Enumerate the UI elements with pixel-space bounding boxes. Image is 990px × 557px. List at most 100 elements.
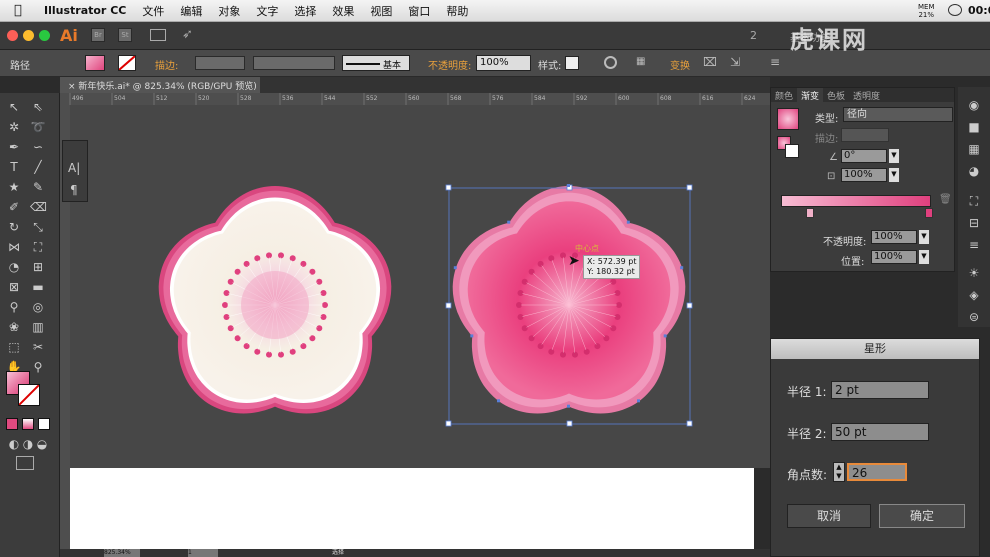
anchor-point[interactable] — [507, 220, 511, 224]
isolate-icon[interactable]: ⌧ — [703, 55, 717, 69]
links-panel-icon[interactable]: ⊜ — [966, 309, 982, 325]
zoom-tool-icon[interactable]: ⚲ — [30, 359, 46, 375]
arrange-documents-icon[interactable] — [150, 29, 166, 41]
aspect-ratio-field[interactable]: 100% — [841, 168, 887, 182]
menu-file[interactable]: 文件 — [142, 3, 164, 19]
anchor-point[interactable] — [567, 184, 570, 187]
app-name[interactable]: Illustrator CC — [44, 4, 126, 17]
anchor-point[interactable] — [626, 220, 630, 224]
anchor-point[interactable] — [663, 334, 667, 338]
brush-tool-icon[interactable]: ✎ — [30, 179, 46, 195]
radius1-input[interactable]: 2 pt — [831, 381, 929, 399]
selection-handle[interactable] — [445, 420, 452, 427]
stroke-gradient-buttons[interactable] — [841, 128, 889, 142]
selection-tool-icon[interactable]: ↖ — [6, 99, 22, 115]
line-tool-icon[interactable]: ╱ — [30, 159, 46, 175]
stop-opacity-dropdown[interactable]: ▼ — [919, 230, 929, 244]
pathfinder-panel-icon[interactable]: ≡ — [966, 237, 982, 253]
eyedropper-icon[interactable]: ⚲ — [6, 299, 22, 315]
aspect-ratio-dropdown[interactable]: ▼ — [889, 168, 899, 182]
menu-help[interactable]: 帮助 — [446, 3, 468, 19]
gpu-rocket-icon[interactable]: ➶ — [182, 27, 193, 42]
symbol-sprayer-icon[interactable]: ❀ — [6, 319, 22, 335]
lasso-tool-icon[interactable]: ➰ — [30, 119, 46, 135]
rotate-tool-icon[interactable]: ↻ — [6, 219, 22, 235]
slice-tool-icon[interactable]: ✂ — [30, 339, 46, 355]
gradient-type-select[interactable]: 径向 — [843, 107, 953, 122]
selection-handle[interactable] — [445, 184, 452, 191]
radius2-input[interactable]: 50 pt — [831, 423, 929, 441]
align-icon[interactable]: ▦ — [636, 56, 645, 67]
menu-edit[interactable]: 编辑 — [180, 3, 202, 19]
stop-opacity-field[interactable]: 100% — [871, 230, 917, 244]
tab-swatches[interactable]: 色板 — [823, 88, 849, 102]
menu-effect[interactable]: 效果 — [332, 3, 354, 19]
brush-definition[interactable]: 基本 — [342, 55, 410, 71]
close-tab-icon[interactable]: × — [68, 82, 76, 92]
points-input[interactable]: 26 — [847, 463, 907, 481]
fill-swatch[interactable] — [85, 55, 105, 71]
angle-dropdown[interactable]: ▼ — [889, 149, 899, 163]
cancel-button[interactable]: 取消 — [787, 504, 871, 528]
menu-select[interactable]: 选择 — [294, 3, 316, 19]
anchor-point[interactable] — [567, 404, 570, 408]
tab-color[interactable]: 颜色 — [771, 88, 797, 102]
selection-handle[interactable] — [686, 420, 693, 427]
angle-field[interactable]: 0° — [841, 149, 887, 163]
selection-handle[interactable] — [566, 420, 573, 427]
anchor-point[interactable] — [470, 334, 474, 338]
stop-position-dropdown[interactable]: ▼ — [919, 250, 929, 264]
pen-tool-icon[interactable]: ✒ — [6, 139, 22, 155]
recolor-artwork-icon[interactable] — [604, 56, 617, 69]
free-transform-icon[interactable]: ⛶ — [30, 239, 46, 255]
gradient-stop-left[interactable] — [806, 208, 814, 218]
artboard-area[interactable] — [70, 468, 754, 557]
canvas[interactable]: 中心点 ➤ X: 572.39 pt Y: 180.32 pt — [70, 105, 770, 468]
transform-link[interactable]: 变换 — [670, 57, 690, 72]
minimize-window-icon[interactable] — [23, 30, 34, 41]
layers-panel-icon[interactable]: ◈ — [966, 287, 982, 303]
appearance-panel-icon[interactable]: ☀ — [966, 265, 982, 281]
direct-selection-tool-icon[interactable]: ⇖ — [30, 99, 46, 115]
zoom-field[interactable]: 825.34% — [104, 549, 140, 557]
anchor-point[interactable] — [453, 266, 457, 270]
color-mode-icon[interactable] — [6, 418, 18, 430]
points-stepper[interactable]: ▲ ▼ — [833, 462, 845, 482]
gradient-mode-icon[interactable] — [22, 418, 34, 430]
stroke-indicator[interactable] — [785, 144, 799, 158]
tab-transparency[interactable]: 透明度 — [849, 88, 884, 102]
color-panel-icon[interactable]: ◉ — [966, 97, 982, 113]
artboard-number[interactable]: 1 — [188, 549, 218, 557]
gradient-tool-icon[interactable]: ▬ — [30, 279, 46, 295]
draw-inside-icon[interactable]: ◒ — [34, 436, 50, 452]
selection-handle[interactable] — [445, 302, 452, 309]
right-flower[interactable] — [452, 185, 686, 414]
none-mode-icon[interactable] — [38, 418, 50, 430]
horizontal-ruler[interactable]: 496 504 512 520 528 536 544 552 560 568 576 584 592 6… — [60, 93, 770, 105]
swatches-panel-icon[interactable]: ▦ — [966, 141, 982, 157]
gradient-stop-right[interactable] — [925, 208, 933, 218]
variable-width-profile[interactable] — [253, 56, 335, 70]
column-graph-icon[interactable]: ▥ — [30, 319, 46, 335]
transform-panel-icon[interactable]: ⛶ — [966, 193, 982, 209]
mesh-tool-icon[interactable]: ⊠ — [6, 279, 22, 295]
anchor-point[interactable] — [680, 266, 684, 270]
blend-tool-icon[interactable]: ◎ — [30, 299, 46, 315]
menu-type[interactable]: 文字 — [256, 3, 278, 19]
selection-handle[interactable] — [686, 302, 693, 309]
stop-position-field[interactable]: 100% — [871, 250, 917, 264]
stroke-weight-field[interactable] — [195, 56, 245, 70]
transparency-panel-icon[interactable]: ◕ — [966, 163, 982, 179]
stroke-color-icon[interactable] — [18, 384, 40, 406]
opacity-label[interactable]: 不透明度: — [428, 57, 471, 72]
stroke-label[interactable]: 描边: — [155, 57, 178, 72]
artboard-tool-icon[interactable]: ⬚ — [6, 339, 22, 355]
stroke-swatch[interactable] — [118, 55, 136, 71]
paragraph-icon[interactable]: ¶ — [70, 183, 78, 197]
curvature-tool-icon[interactable]: ∽ — [30, 139, 46, 155]
gradient-preview[interactable] — [777, 108, 799, 130]
shaper-tool-icon[interactable]: ✐ — [6, 199, 22, 215]
anchor-point[interactable] — [497, 399, 500, 403]
left-flower[interactable] — [158, 185, 392, 414]
perspective-grid-icon[interactable]: ⊞ — [30, 259, 46, 275]
